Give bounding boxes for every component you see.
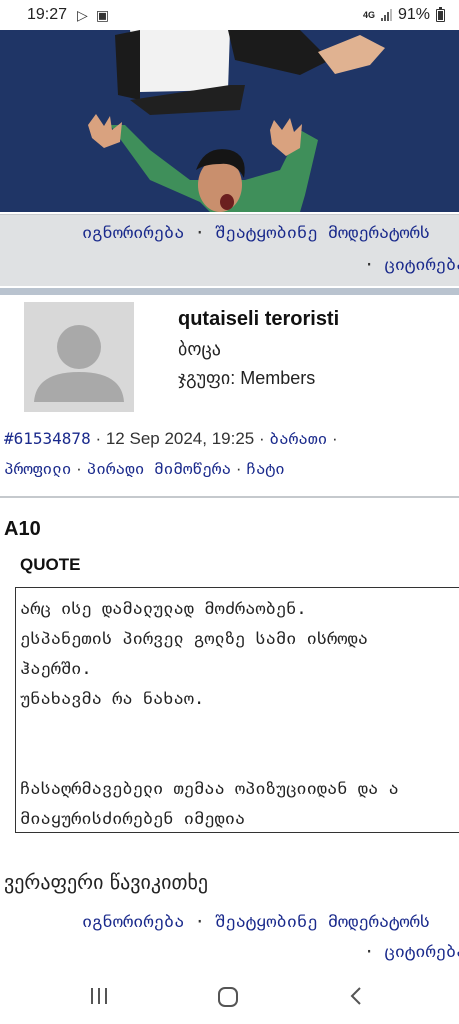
default-user-icon <box>24 302 134 412</box>
user-group: ჯგუფი: Members <box>178 368 315 389</box>
group-value: Members <box>240 368 316 388</box>
private-message-link[interactable]: პირადი მიმოწერა <box>87 459 232 478</box>
post-actions-bottom: იგნორირება · შეატყობინე მოდერატორს · ციტ… <box>0 906 459 968</box>
gallery-icon: ▣ <box>95 6 110 23</box>
report-moderator-link[interactable]: შეატყობინე მოდერატორს <box>215 912 430 932</box>
home-icon[interactable] <box>217 986 239 1008</box>
meta-divider <box>0 496 459 498</box>
back-icon[interactable] <box>348 986 364 1006</box>
quote-block: არც ისე დამალულად მოძრაობენ. ესპანეთის პ… <box>15 587 459 833</box>
ignore-link[interactable]: იგნორირება <box>82 223 184 243</box>
quote-line: უნახავმა რა ნახაო. <box>20 689 205 709</box>
post-reply-text: ვერაფერი წავიკითხე <box>4 870 209 894</box>
username[interactable]: qutaiseli teroristi <box>178 308 339 331</box>
avatar[interactable] <box>24 302 134 412</box>
post-date: 12 Sep 2024, 19:25 <box>105 429 255 448</box>
network-type: 4G <box>362 9 375 20</box>
quote-line: ჰაერში. <box>20 659 92 679</box>
signal-icon <box>380 9 392 21</box>
chat-link[interactable]: ჩატი <box>246 459 285 478</box>
post-title: A10 <box>4 518 41 540</box>
banner-image <box>0 30 459 212</box>
quote-line: ჩასაღრმავებელი თემაა ოპიზუციიდან და ა <box>20 779 399 799</box>
ignore-link[interactable]: იგნორირება <box>82 912 184 932</box>
quote-line: მიაყურისძირებენ იმედია <box>20 809 246 829</box>
quote-line: არც ისე დამალულად მოძრაობენ. <box>20 599 307 619</box>
quote-link[interactable]: ციტირება <box>385 942 459 962</box>
system-nav-bar <box>0 968 459 1024</box>
quote-line <box>20 744 459 774</box>
profile-link[interactable]: პროფილი <box>4 459 71 478</box>
quote-line <box>20 714 459 744</box>
status-time: 19:27 <box>27 6 68 23</box>
quote-label: QUOTE <box>20 555 81 574</box>
recent-apps-icon[interactable] <box>89 986 109 1006</box>
quote-line: ესპანეთის პირველ გოლზე სამი ისროდა <box>20 629 368 649</box>
user-rank: ბოცა <box>178 339 221 360</box>
section-divider <box>0 288 459 295</box>
play-store-icon: ▷ <box>77 6 88 23</box>
status-bar: 19:27 ▷ ▣ 4G 91% <box>0 0 459 30</box>
post-meta: #61534878 · 12 Sep 2024, 19:25 · ბარათი … <box>4 429 338 478</box>
battery-icon <box>436 6 445 22</box>
card-link[interactable]: ბარათი <box>269 429 327 448</box>
quote-link[interactable]: ციტირება <box>385 255 459 275</box>
post-actions-top: იგნორირება · შეატყობინე მოდერატორს · ციტ… <box>0 214 459 286</box>
report-moderator-link[interactable]: შეატყობინე მოდერატორს <box>215 223 430 243</box>
group-label: ჯგუფი: <box>178 368 236 388</box>
battery-percent: 91% <box>397 6 430 23</box>
post-id-link[interactable]: #61534878 <box>4 429 91 448</box>
